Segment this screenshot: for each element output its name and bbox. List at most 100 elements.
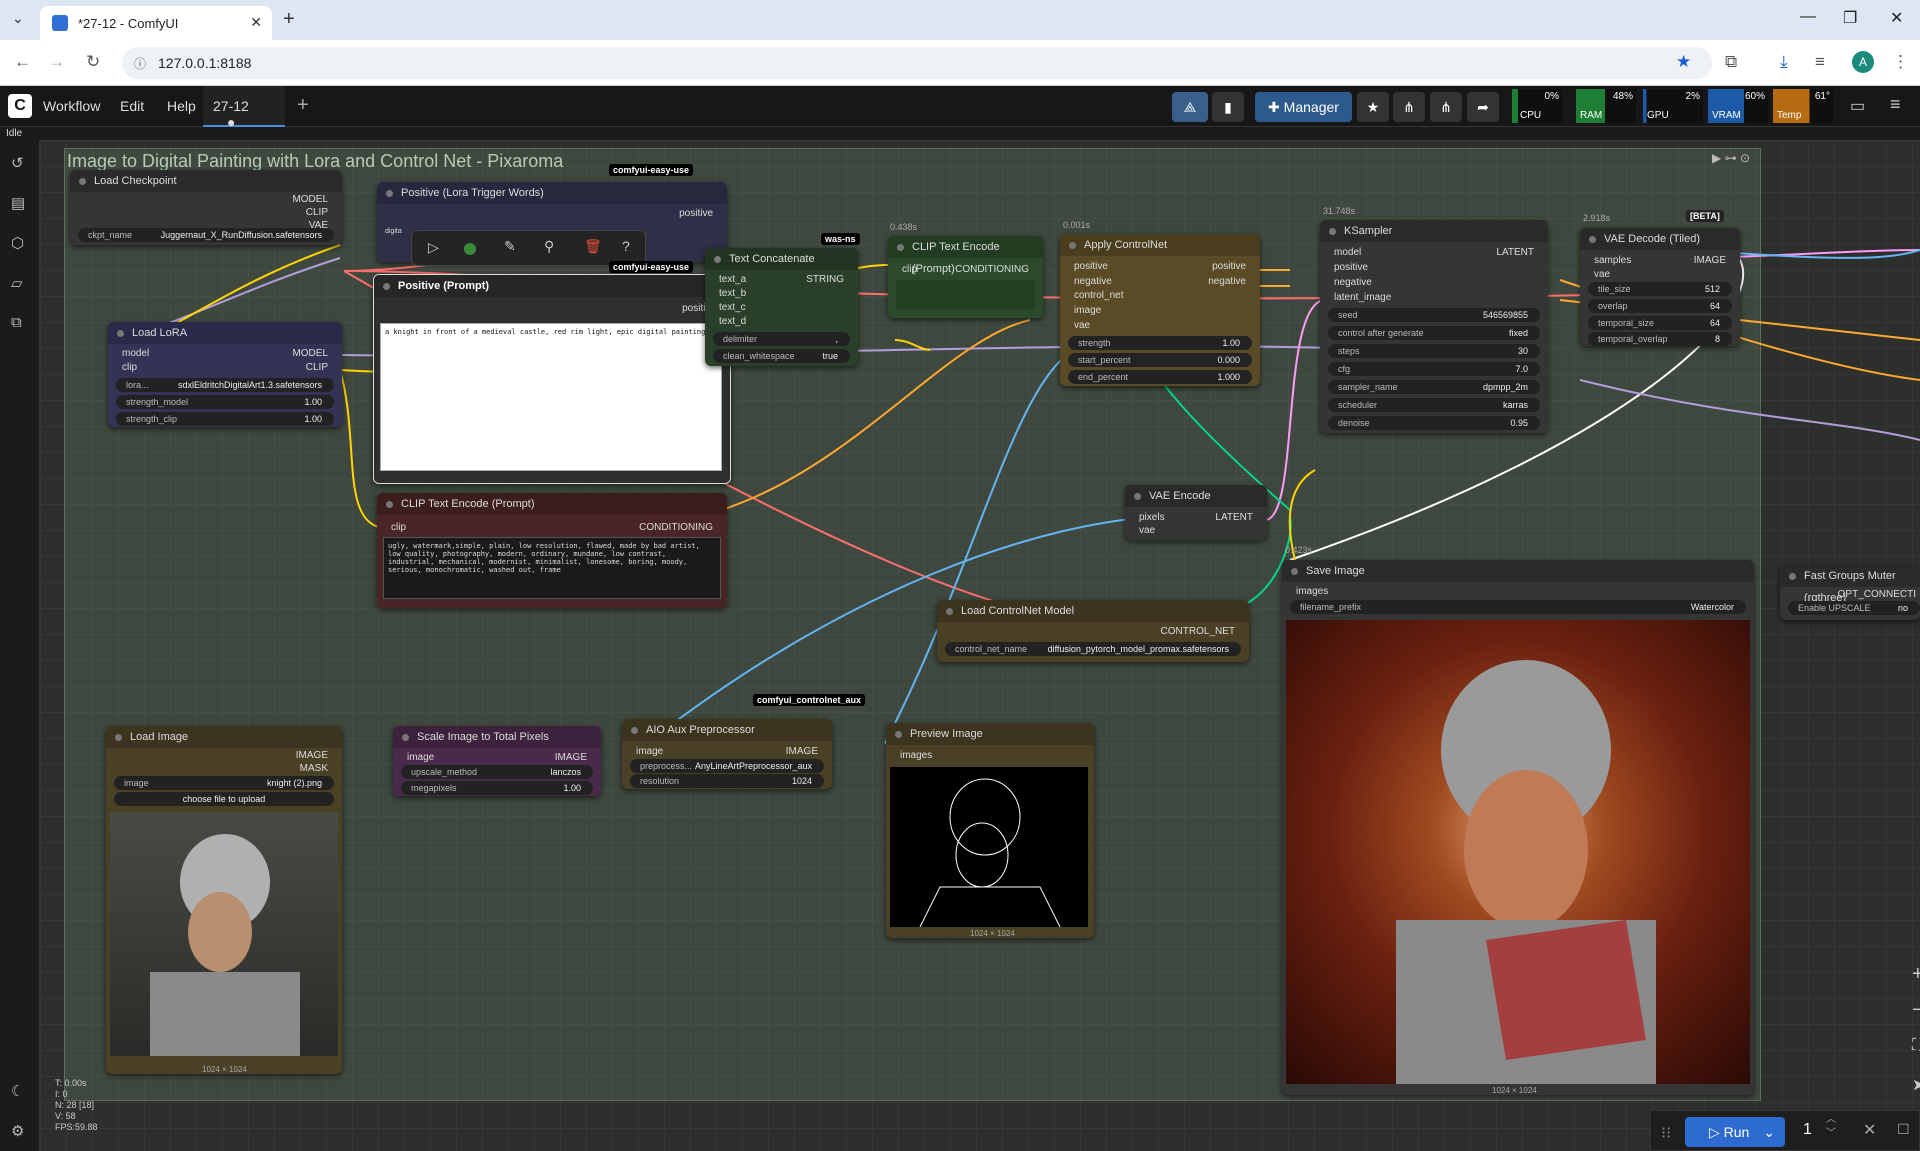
close-tab-icon[interactable]: ✕ [250,14,262,31]
model-icon-2[interactable]: ⋔ [1430,92,1462,122]
scheduler-widget[interactable]: scheduler karras [1328,398,1540,412]
zoom-out-icon[interactable]: − [1912,999,1920,1022]
add-workflow-icon[interactable]: + [297,94,309,117]
megapixels-widget[interactable]: megapixels 1.00 [401,781,593,795]
node-ksampler[interactable]: KSampler model positive negative latent_… [1320,220,1548,433]
bookmark-star-icon[interactable]: ★ [1676,52,1691,72]
start-percent-widget[interactable]: start_percent 0.000 [1068,353,1252,367]
filename-prefix-widget[interactable]: filename_prefix Watercolor [1290,600,1746,614]
reload-icon[interactable]: ↻ [86,52,100,72]
node-positive-prompt[interactable]: Positive (Prompt) positive a knight in f… [373,274,731,484]
seed-widget[interactable]: seed 546569855 [1328,308,1540,322]
negative-prompt-textarea[interactable]: ugly, watermark,simple, plain, low resol… [383,537,721,599]
ckpt-name-widget[interactable]: ckpt_name Juggernaut_X_RunDiffusion.safet… [78,228,334,242]
cancel-icon[interactable]: ✕ [1863,1120,1876,1140]
browser-tab[interactable]: *27-12 - ComfyUI ✕ [40,6,272,40]
star-icon[interactable]: ★ [1357,92,1389,122]
node-load-controlnet[interactable]: Load ControlNet Model CONTROL_NET contro… [937,600,1249,662]
minimize-icon[interactable]: — [1800,8,1816,26]
extensions-icon[interactable]: ⧉ [1725,52,1737,72]
menu-workflow[interactable]: Workflow [43,98,100,114]
denoise-widget[interactable]: denoise 0.95 [1328,416,1540,430]
close-window-icon[interactable]: ✕ [1890,8,1903,28]
bookmark-icon[interactable]: ▮ [1212,92,1244,122]
history-icon[interactable]: ↺ [11,154,24,172]
sampler-name-widget[interactable]: sampler_name dpmpp_2m [1328,380,1540,394]
fit-view-icon[interactable]: ⛶ [1912,1037,1920,1055]
end-percent-widget[interactable]: end_percent 1.000 [1068,370,1252,384]
node-library-icon[interactable]: ⬡ [11,234,24,252]
control-net-name-widget[interactable]: control_net_name diffusion_pytorch_model_… [945,642,1241,656]
strength-model-widget[interactable]: strength_model 1.00 [116,395,334,409]
bypass-icon[interactable]: ▷ [428,239,439,256]
share-icon[interactable]: ➦ [1467,92,1499,122]
lora-name-widget[interactable]: lora... sdxlEldritchDigitalArt1.3.safeten… [116,378,334,392]
hamburger-menu-icon[interactable]: ≡ [1890,94,1901,115]
panel-toggle-icon[interactable]: ▭ [1850,96,1865,116]
workflows-icon[interactable]: ⧉ [11,314,22,331]
menu-edit[interactable]: Edit [120,98,144,114]
site-info-icon[interactable]: ⓘ [134,55,146,72]
pin-wand-icon[interactable]: ✎ [504,238,516,255]
node-save-image[interactable]: Save Image images filename_prefix Waterco… [1282,560,1754,1095]
queue-icon[interactable]: ⟁ [1172,92,1208,122]
batch-stepper[interactable]: ︿ ﹀ [1826,1113,1836,1141]
node-load-lora[interactable]: Load LoRA model clip MODEL CLIP lora... s… [108,322,342,427]
node-preview-image[interactable]: Preview Image images 1024 × 1024 [886,723,1094,938]
tile-size-widget[interactable]: tile_size 512 [1588,282,1732,296]
back-icon[interactable]: ← [14,52,31,72]
enable-upscale-widget[interactable]: Enable UPSCALE no [1788,601,1920,615]
temporal-size-widget[interactable]: temporal_size 64 [1588,316,1732,330]
media-icon[interactable]: ≡ [1815,52,1825,72]
forward-icon[interactable]: → [48,52,65,72]
theme-toggle-icon[interactable]: ☾ [11,1082,24,1100]
zoom-in-icon[interactable]: + [1912,963,1920,986]
drag-handle-icon[interactable]: ⁝⁝ [1661,1123,1671,1143]
node-load-checkpoint[interactable]: Load Checkpoint MODEL CLIP VAE ckpt_name… [70,170,342,245]
node-vae-decode-tiled[interactable]: VAE Decode (Tiled) samples vae IMAGE til… [1580,228,1740,346]
browser-menu-icon[interactable]: ⋮ [1892,52,1909,72]
restore-icon[interactable]: ❐ [1843,8,1857,28]
workflow-tab[interactable]: 27-12 ● [203,86,285,130]
tab-list-icon[interactable]: ⌄ [12,10,24,27]
strength-widget[interactable]: strength 1.00 [1068,336,1252,350]
node-canvas[interactable]: Image to Digital Painting with Lora and … [40,140,1920,1151]
delimiter-widget[interactable]: delimiter, [713,332,850,346]
run-button[interactable]: ▷ Run ⌄ [1685,1117,1785,1147]
stop-icon[interactable]: ☐ [1897,1121,1910,1138]
strength-clip-widget[interactable]: strength_clip 1.00 [116,412,334,426]
url-field[interactable]: 127.0.0.1:8188 [122,47,1712,79]
clean-whitespace-widget[interactable]: clean_whitespace true [713,349,850,363]
color-picker-icon[interactable] [464,243,476,255]
manager-button[interactable]: ✚ Manager [1255,92,1352,122]
steps-widget[interactable]: steps 30 [1328,344,1540,358]
node-clip-text-encode-negative[interactable]: CLIP Text Encode (Prompt) clip CONDITION… [377,493,727,608]
positive-prompt-textarea[interactable]: a knight in front of a medieval castle, … [380,323,722,471]
node-aio-aux-preprocessor[interactable]: AIO Aux Preprocessor image IMAGE preproc… [622,719,832,789]
batch-count-input[interactable]: 1 [1803,1121,1812,1139]
downloads-icon[interactable]: ⤓ [1780,52,1788,72]
node-clip-text-encode-positive[interactable]: CLIP Text Encode (Prompt) clip CONDITION… [888,236,1043,318]
help-icon[interactable]: ? [622,238,630,254]
upscale-method-widget[interactable]: upscale_method lanczos [401,765,593,779]
menu-help[interactable]: Help [167,98,196,114]
model-icon-1[interactable]: ⋔ [1393,92,1425,122]
pin-icon[interactable]: ⚲ [544,238,554,255]
cfg-widget[interactable]: cfg 7.0 [1328,362,1540,376]
select-mode-icon[interactable]: ➤ [1912,1075,1920,1095]
node-scale-image[interactable]: Scale Image to Total Pixels image IMAGE … [393,726,601,796]
new-tab-icon[interactable]: + [283,8,295,31]
node-text-concatenate[interactable]: Text Concatenate text_a text_b text_c te… [705,248,858,366]
overlap-widget[interactable]: overlap 64 [1588,299,1732,313]
node-apply-controlnet[interactable]: Apply ControlNet positive negative contr… [1060,234,1260,386]
preprocessor-widget[interactable]: preprocess... AnyLineArtPreprocessor_aux [630,759,824,773]
profile-avatar[interactable]: A [1852,51,1874,73]
node-load-image[interactable]: Load Image IMAGE MASK image knight (2).pn… [106,726,342,1074]
settings-gear-icon[interactable]: ⚙ [11,1122,24,1140]
image-select-widget[interactable]: image knight (2).png [114,776,334,790]
resolution-widget[interactable]: resolution 1024 [630,774,824,788]
upload-button[interactable]: choose file to upload [114,792,334,806]
delete-icon[interactable]: 🗑 [584,238,602,255]
queue-list-icon[interactable]: ▤ [11,194,25,212]
comfy-logo-icon[interactable]: C [8,94,32,118]
